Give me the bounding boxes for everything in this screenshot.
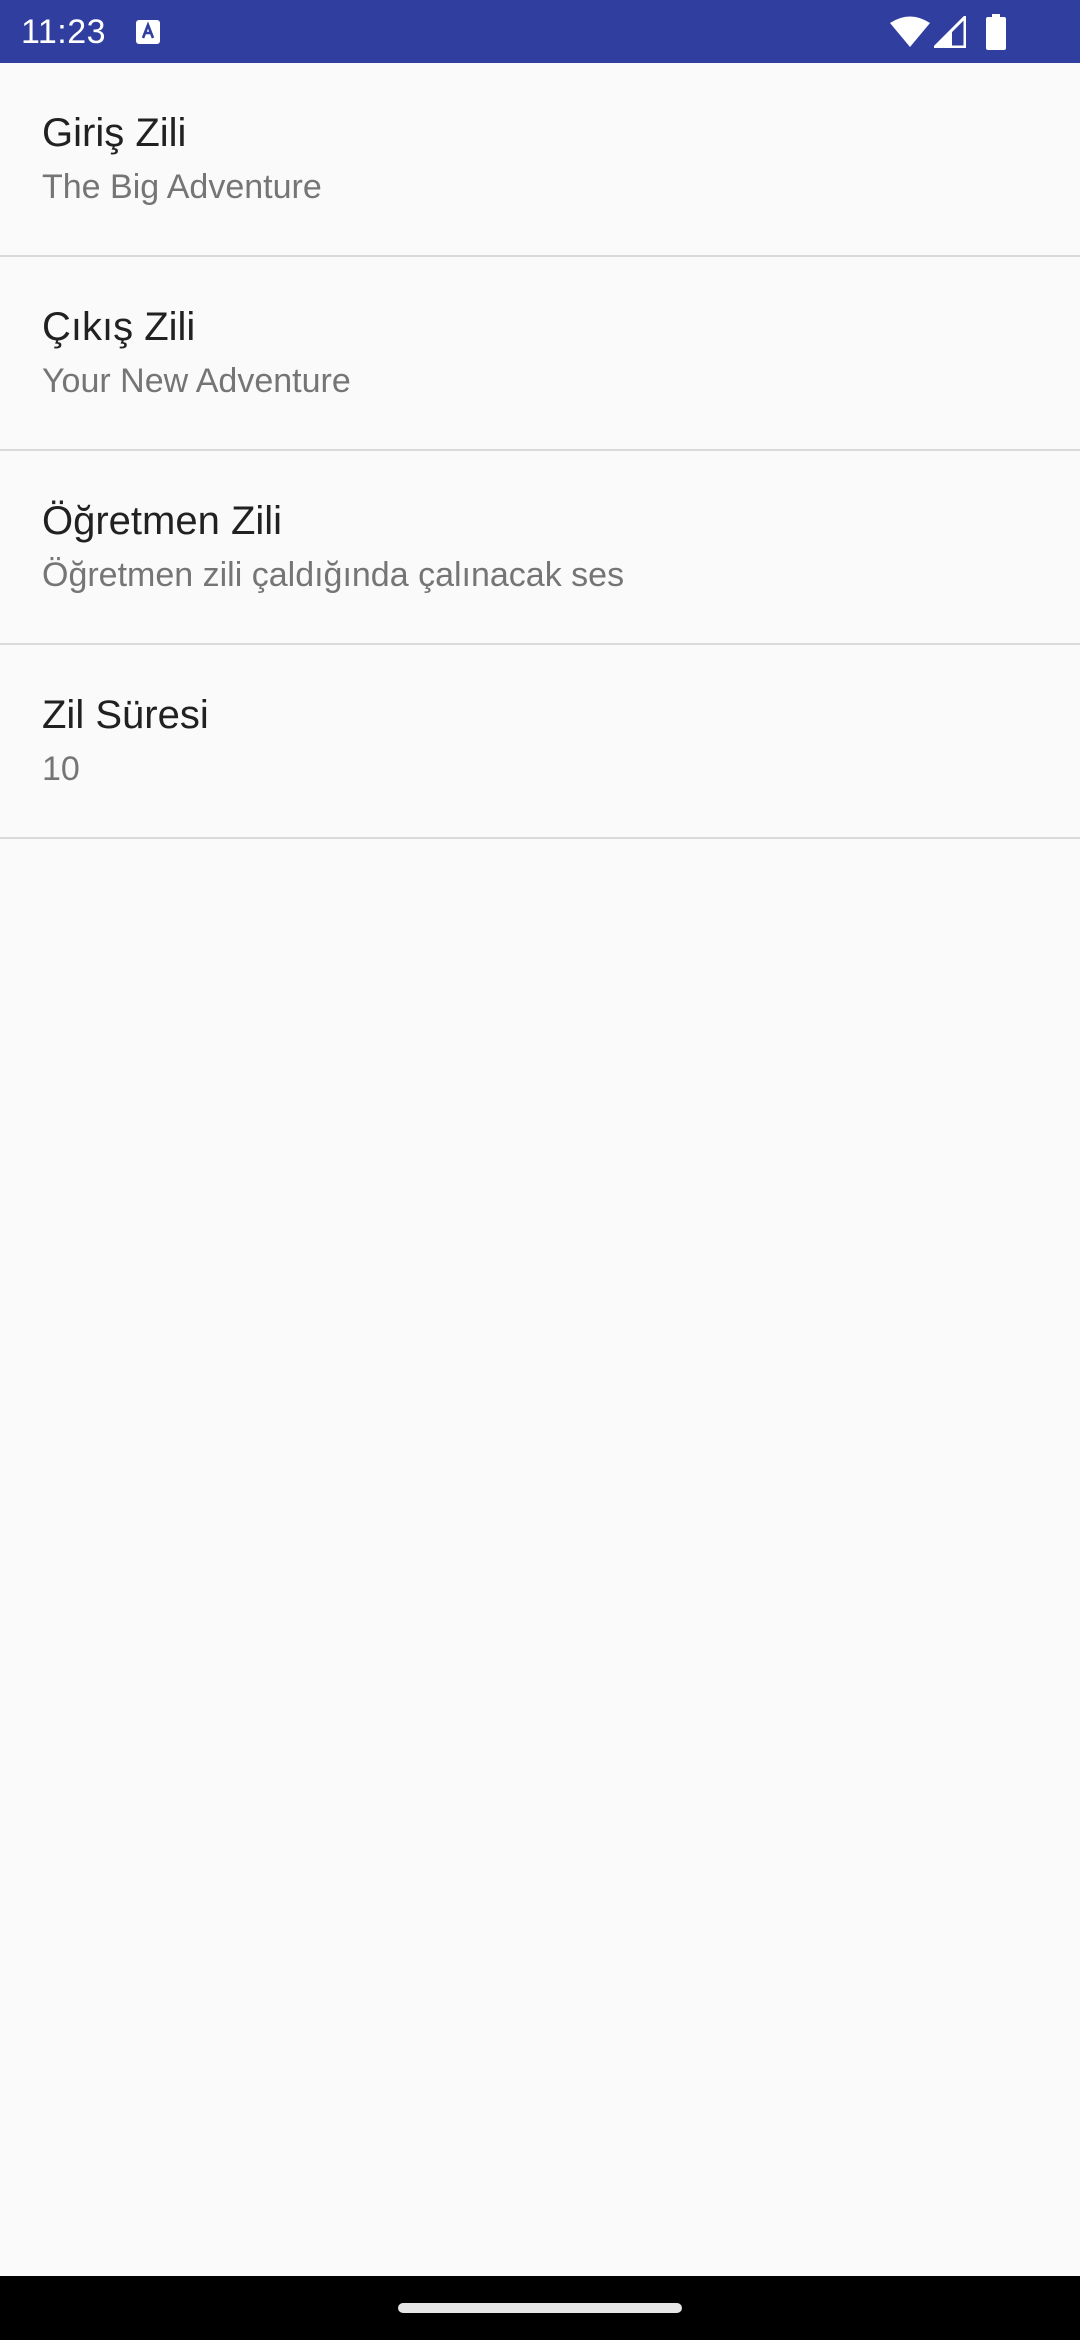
wifi-icon	[890, 16, 930, 47]
preference-list: Giriş Zili The Big Adventure Çıkış Zili …	[0, 63, 1080, 839]
preference-item-zil-suresi[interactable]: Zil Süresi 10	[0, 645, 1080, 839]
preference-title: Giriş Zili	[42, 111, 187, 155]
preference-summary: Öğretmen zili çaldığında çalınacak ses	[42, 556, 625, 594]
preference-title: Zil Süresi	[42, 693, 209, 737]
preference-item-giris-zili[interactable]: Giriş Zili The Big Adventure	[0, 63, 1080, 257]
signal-icon	[934, 16, 966, 48]
preference-item-ogretmen-zili[interactable]: Öğretmen Zili Öğretmen zili çaldığında ç…	[0, 451, 1080, 645]
preference-title: Öğretmen Zili	[42, 499, 283, 543]
navigation-bar	[0, 2276, 1080, 2340]
preference-summary: The Big Adventure	[42, 168, 322, 206]
status-bar: 11:23	[0, 0, 1080, 63]
preference-item-cikis-zili[interactable]: Çıkış Zili Your New Adventure	[0, 257, 1080, 451]
status-time: 11:23	[21, 13, 107, 51]
preference-title: Çıkış Zili	[42, 305, 196, 349]
preference-summary: 10	[42, 750, 80, 788]
battery-icon	[986, 14, 1006, 50]
home-gesture-handle[interactable]	[398, 2303, 682, 2313]
notification-a-icon	[136, 20, 160, 44]
preference-summary: Your New Adventure	[42, 362, 351, 400]
